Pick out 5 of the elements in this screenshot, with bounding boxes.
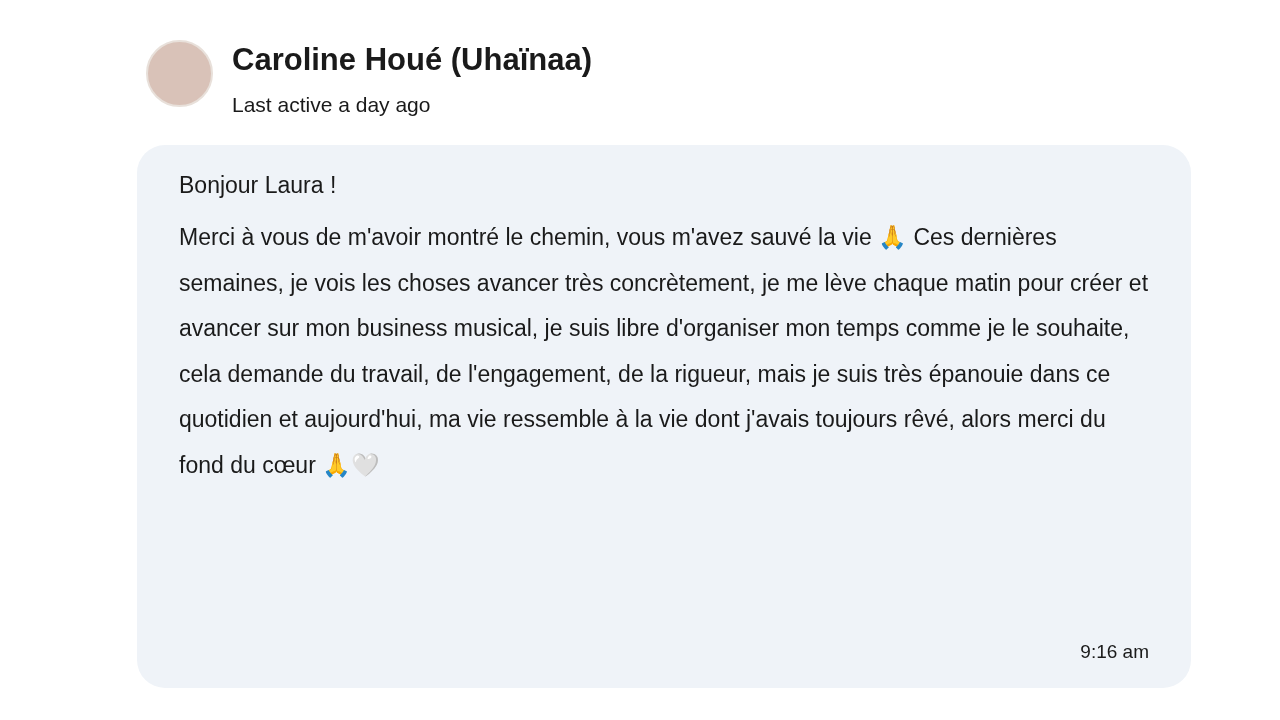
last-active-status: Last active a day ago (232, 92, 432, 118)
message-greeting: Bonjour Laura ! (179, 171, 338, 200)
message-text: Merci à vous de m'avoir montré le chemin, vous m'avez sauvé la vie 🙏 Ces dernières semaines, je vois les choses avancer très concrètement, je me lève chaque matin pour créer et avancer sur mon business musical, je suis libre d'organiser mon temps comme je le souhaite, cela demande du travail, de l'engagement, de la rigueur, mais je suis très épanouie dans ce quotidien et aujourd'hui, ma vie ressemble à la vie dont j'avais toujours rêvé, alors merci du fond du cœur 🙏🤍 (179, 223, 1150, 480)
message-time: 9:16 am (1080, 639, 1149, 664)
contact-name: Caroline Houé (Uhaïnaa) (232, 41, 592, 79)
